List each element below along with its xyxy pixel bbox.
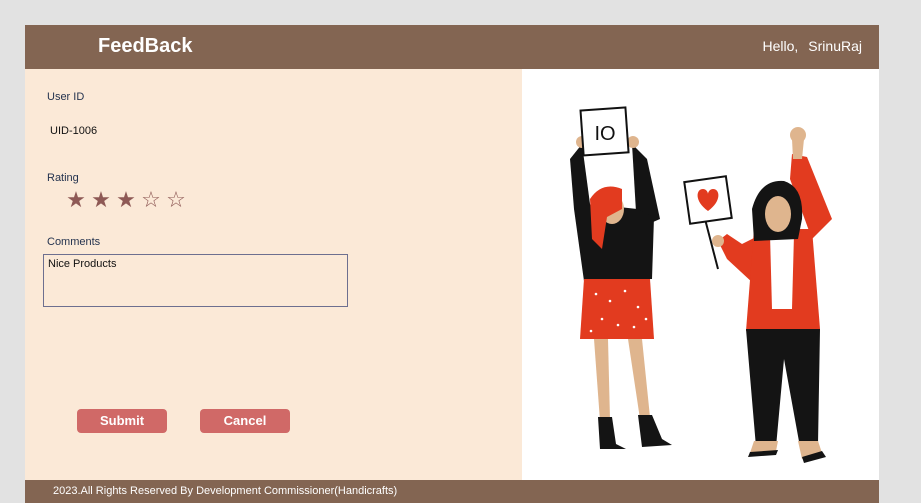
feedback-illustration: IO xyxy=(522,69,879,480)
app-header: FeedBack Hello, SrinuRaj xyxy=(25,25,879,69)
star-filled-icon[interactable]: ★ xyxy=(115,189,137,211)
rating-label: Rating xyxy=(47,172,79,184)
sign-left: IO xyxy=(579,106,630,157)
app-footer: 2023.All Rights Reserved By Development … xyxy=(25,480,879,503)
feedback-form: User ID UID-1006 Rating ★ ★ ★ ☆ ☆ Comments N… xyxy=(25,69,522,480)
rating-stars[interactable]: ★ ★ ★ ☆ ☆ xyxy=(65,189,187,211)
star-filled-icon[interactable]: ★ xyxy=(65,189,87,211)
right-person-figure xyxy=(712,127,832,463)
star-filled-icon[interactable]: ★ xyxy=(90,189,112,211)
user-id-label: User ID xyxy=(47,91,85,103)
sign-left-text: IO xyxy=(594,123,615,145)
comments-label: Comments xyxy=(47,236,101,248)
comments-field[interactable]: Nice Products xyxy=(43,254,348,307)
user-name: SrinuRaj xyxy=(808,38,862,54)
user-id-value: UID-1006 xyxy=(50,125,98,137)
footer-copyright: 2023.All Rights Reserved By Development … xyxy=(53,485,398,497)
feedback-app: FeedBack Hello, SrinuRaj User ID UID-1006… xyxy=(25,25,879,503)
left-person-figure xyxy=(570,136,672,449)
submit-button[interactable]: Submit xyxy=(77,409,167,433)
page-title: FeedBack xyxy=(98,35,193,57)
cancel-button[interactable]: Cancel xyxy=(200,409,290,433)
star-empty-icon[interactable]: ☆ xyxy=(140,189,162,211)
protest-illustration: IO xyxy=(570,106,832,463)
star-empty-icon[interactable]: ☆ xyxy=(165,189,187,211)
sign-right xyxy=(683,175,733,270)
greeting-text: Hello, xyxy=(762,38,799,54)
user-greeting: Hello, SrinuRaj xyxy=(763,38,863,54)
